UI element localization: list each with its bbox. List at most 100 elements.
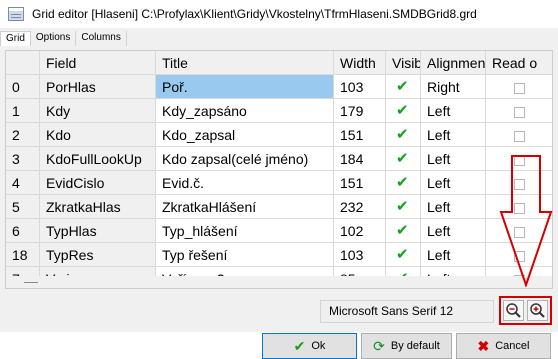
visible-cell[interactable]: ✔ bbox=[386, 171, 421, 195]
width-cell[interactable]: 102 bbox=[334, 219, 386, 243]
title-cell[interactable]: Typ řešení bbox=[156, 243, 334, 267]
title-cell[interactable]: Kdo zapsal(celé jméno) bbox=[156, 147, 334, 171]
readonly-checkbox[interactable] bbox=[514, 82, 525, 94]
visible-cell[interactable]: ✔ bbox=[386, 219, 421, 243]
row-index-cell[interactable]: 4 bbox=[6, 171, 40, 195]
close-icon: ✖ bbox=[477, 338, 490, 354]
tab-options[interactable]: Options bbox=[31, 31, 77, 46]
green-check-icon: ✔ bbox=[396, 198, 409, 215]
table-row[interactable]: 0 PorHlas Poř. 103 ✔ Right bbox=[6, 75, 552, 99]
alignment-cell[interactable]: Left bbox=[421, 195, 486, 219]
table-row[interactable]: 3 KdoFullLookUp Kdo zapsal(celé jméno) 184 ✔… bbox=[6, 147, 552, 171]
columns-grid[interactable]: Field Title Width Visib Alignmen Read o 0 PorHl… bbox=[5, 50, 553, 289]
visible-cell[interactable]: ✔ bbox=[386, 99, 421, 123]
visible-cell[interactable]: ✔ bbox=[386, 147, 421, 171]
table-row[interactable]: 6 TypHlas Typ_hlášení 102 ✔ Left bbox=[6, 219, 552, 243]
width-cell[interactable]: 232 bbox=[334, 195, 386, 219]
visible-cell[interactable]: ✔ bbox=[386, 195, 421, 219]
row-index-cell[interactable]: 0 bbox=[6, 75, 40, 99]
zoom-in-icon bbox=[530, 303, 545, 318]
zoom-out-button[interactable] bbox=[503, 300, 524, 321]
table-row[interactable]: 1 Kdy Kdy_zapsáno 179 ✔ Left bbox=[6, 99, 552, 123]
readonly-cell[interactable] bbox=[486, 99, 552, 123]
title-cell[interactable]: Kdy_zapsáno bbox=[156, 99, 334, 123]
readonly-cell[interactable] bbox=[486, 75, 552, 99]
checkmark-icon: ✔ bbox=[293, 338, 306, 354]
row-index-cell[interactable]: 6 bbox=[6, 219, 40, 243]
field-cell[interactable]: Kdy bbox=[40, 99, 156, 123]
zoom-out-icon bbox=[506, 303, 521, 318]
width-cell[interactable]: 151 bbox=[334, 171, 386, 195]
field-cell[interactable]: EvidCislo bbox=[40, 171, 156, 195]
width-cell[interactable]: 151 bbox=[334, 123, 386, 147]
ok-button[interactable]: ✔ Ok bbox=[262, 333, 357, 359]
annotation-arrow-icon bbox=[499, 155, 553, 287]
grid-app-icon bbox=[8, 7, 24, 21]
title-cell[interactable]: Evid.č. bbox=[156, 171, 334, 195]
table-row[interactable]: 5 ZkratkaHlas ZkratkaHlášení 232 ✔ Left bbox=[6, 195, 552, 219]
font-setting-label: Microsoft Sans Serif 12 bbox=[320, 300, 494, 323]
alignment-cell[interactable]: Left bbox=[421, 123, 486, 147]
visible-cell[interactable]: ✔ bbox=[386, 75, 421, 99]
column-header[interactable]: Read o bbox=[486, 51, 552, 75]
width-cell[interactable]: 179 bbox=[334, 99, 386, 123]
green-check-icon: ✔ bbox=[396, 102, 409, 119]
alignment-cell[interactable]: Left bbox=[421, 147, 486, 171]
row-index-cell[interactable]: 1 bbox=[6, 99, 40, 123]
alignment-cell[interactable]: Right bbox=[421, 75, 486, 99]
field-cell[interactable]: Kdo bbox=[40, 123, 156, 147]
table-row[interactable]: 18 TypRes Typ řešení 103 ✔ Left bbox=[6, 243, 552, 267]
title-cell[interactable]: Kdo_zapsal bbox=[156, 123, 334, 147]
green-check-icon: ✔ bbox=[396, 126, 409, 143]
horizontal-scrollbar[interactable] bbox=[6, 276, 552, 288]
alignment-cell[interactable]: Left bbox=[421, 99, 486, 123]
table-row[interactable]: 2 Kdo Kdo_zapsal 151 ✔ Left bbox=[6, 123, 552, 147]
column-header[interactable]: Alignmen bbox=[421, 51, 486, 75]
tab-grid[interactable]: Grid bbox=[0, 31, 31, 46]
field-cell[interactable]: TypHlas bbox=[40, 219, 156, 243]
row-index-cell[interactable]: 2 bbox=[6, 123, 40, 147]
row-index-cell[interactable]: 18 bbox=[6, 243, 40, 267]
tab-strip: Grid Options Columns bbox=[0, 31, 127, 47]
row-index-cell[interactable]: 3 bbox=[6, 147, 40, 171]
width-cell[interactable]: 184 bbox=[334, 147, 386, 171]
title-cell[interactable]: Poř. bbox=[156, 75, 334, 99]
alignment-cell[interactable]: Left bbox=[421, 243, 486, 267]
column-header[interactable]: Field bbox=[40, 51, 156, 75]
field-cell[interactable]: ZkratkaHlas bbox=[40, 195, 156, 219]
title-cell[interactable]: ZkratkaHlášení bbox=[156, 195, 334, 219]
visible-cell[interactable]: ✔ bbox=[386, 243, 421, 267]
field-cell[interactable]: TypRes bbox=[40, 243, 156, 267]
header-corner[interactable] bbox=[6, 51, 40, 75]
column-header[interactable]: Title bbox=[156, 51, 334, 75]
field-cell[interactable]: KdoFullLookUp bbox=[40, 147, 156, 171]
readonly-checkbox[interactable] bbox=[514, 130, 525, 142]
zoom-in-button[interactable] bbox=[527, 300, 548, 321]
tab-columns[interactable]: Columns bbox=[76, 31, 127, 46]
green-check-icon: ✔ bbox=[396, 150, 409, 167]
alignment-cell[interactable]: Left bbox=[421, 219, 486, 243]
window-title: Grid editor [Hlaseni] C:\Profylax\Klient… bbox=[32, 7, 477, 21]
ok-label: Ok bbox=[311, 340, 326, 352]
visible-cell[interactable]: ✔ bbox=[386, 123, 421, 147]
green-check-icon: ✔ bbox=[396, 246, 409, 263]
title-cell[interactable]: Typ_hlášení bbox=[156, 219, 334, 243]
title-bar: Grid editor [Hlaseni] C:\Profylax\Klient… bbox=[0, 0, 558, 28]
grid-header-row: Field Title Width Visib Alignmen Read o bbox=[6, 51, 552, 75]
by-default-button[interactable]: ⟳ By default bbox=[361, 333, 452, 359]
alignment-cell[interactable]: Left bbox=[421, 171, 486, 195]
width-cell[interactable]: 103 bbox=[334, 243, 386, 267]
refresh-icon: ⟳ bbox=[373, 338, 385, 354]
scrollbar-thumb[interactable] bbox=[24, 282, 38, 283]
by-default-label: By default bbox=[390, 340, 440, 352]
column-header[interactable]: Visib bbox=[386, 51, 421, 75]
field-cell[interactable]: PorHlas bbox=[40, 75, 156, 99]
row-index-cell[interactable]: 5 bbox=[6, 195, 40, 219]
readonly-cell[interactable] bbox=[486, 123, 552, 147]
table-row[interactable]: 4 EvidCislo Evid.č. 151 ✔ Left bbox=[6, 171, 552, 195]
width-cell[interactable]: 103 bbox=[334, 75, 386, 99]
readonly-checkbox[interactable] bbox=[514, 106, 525, 118]
column-header[interactable]: Width bbox=[334, 51, 386, 75]
cancel-button[interactable]: ✖ Cancel bbox=[456, 333, 551, 359]
zoom-buttons-highlight bbox=[499, 296, 552, 325]
